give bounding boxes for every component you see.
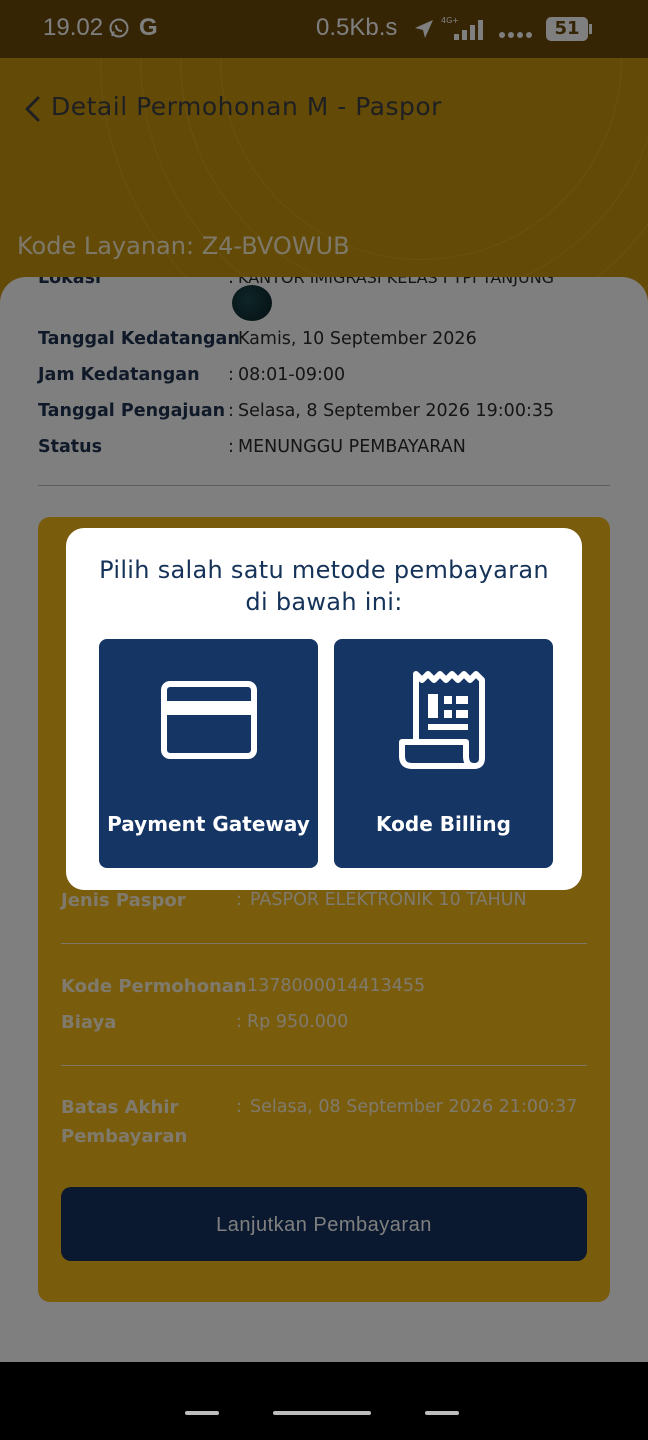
- dialog-title: Pilih salah satu metode pembayaran di ba…: [99, 556, 549, 616]
- payment-method-dialog: Pilih salah satu metode pembayaran di ba…: [66, 528, 582, 890]
- system-nav-bar: [0, 1362, 648, 1440]
- home-button[interactable]: [273, 1411, 371, 1415]
- payment-gateway-button[interactable]: Payment Gateway: [99, 639, 318, 868]
- kode-billing-label: Kode Billing: [376, 812, 511, 836]
- receipt-icon: [399, 671, 485, 769]
- payment-gateway-label: Payment Gateway: [107, 812, 310, 836]
- recent-apps-button[interactable]: [185, 1411, 219, 1415]
- credit-card-icon: [161, 681, 257, 759]
- back-nav-button[interactable]: [425, 1411, 459, 1415]
- kode-billing-button[interactable]: Kode Billing: [334, 639, 553, 868]
